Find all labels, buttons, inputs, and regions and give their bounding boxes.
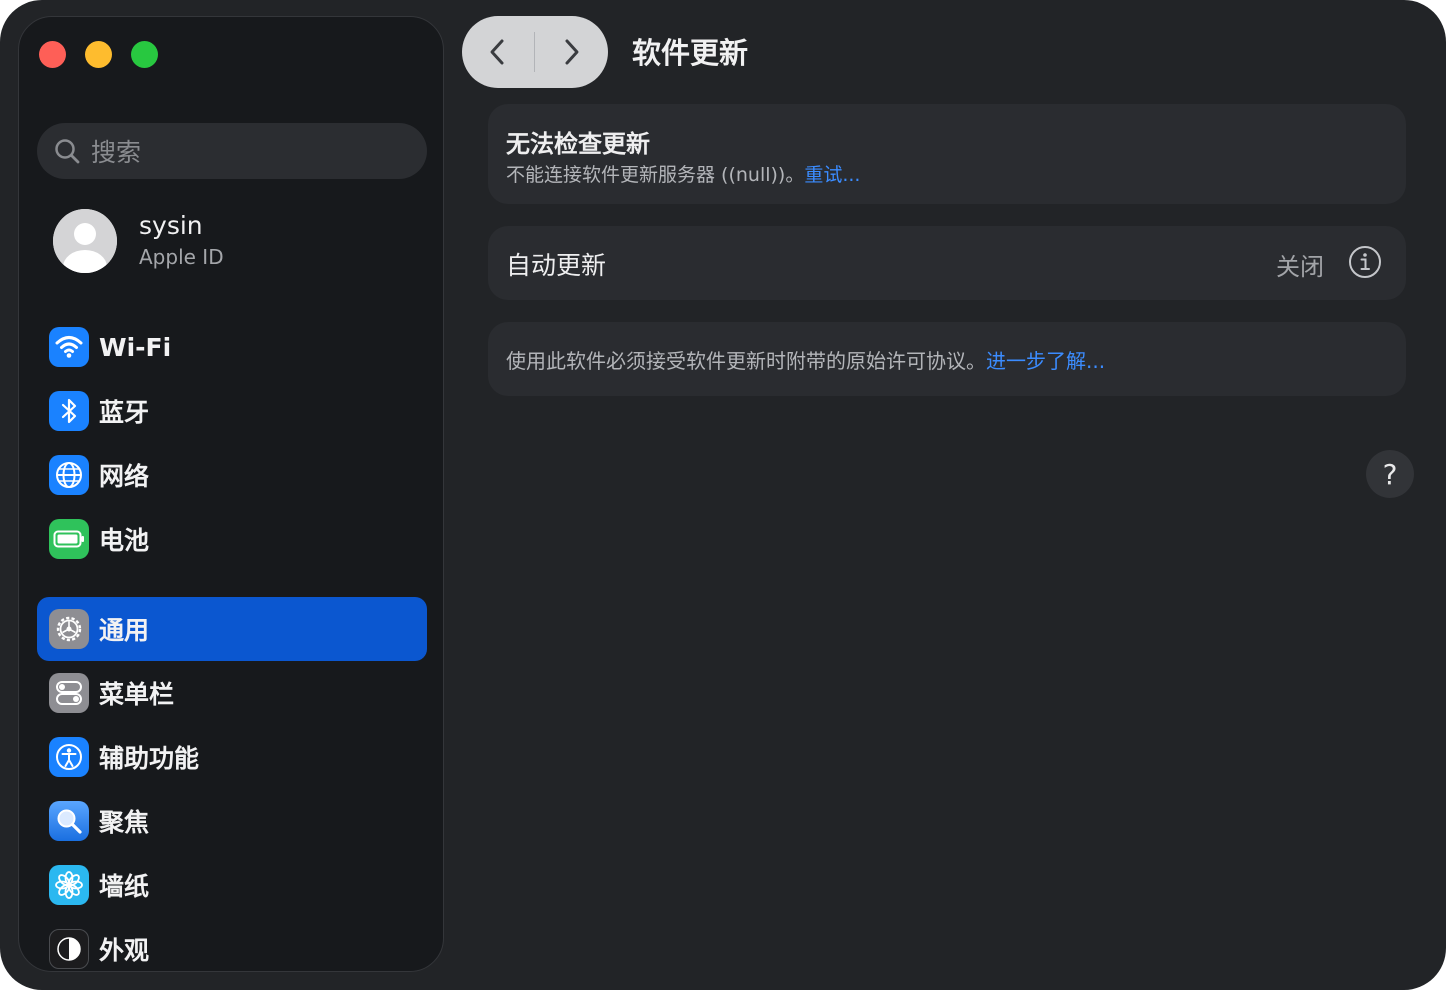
sidebar-item-general[interactable]: 通用 xyxy=(37,597,427,661)
update-status-card: 无法检查更新 不能连接软件更新服务器 ((null))。重试... xyxy=(488,104,1406,204)
sidebar-item-menubar[interactable]: 菜单栏 xyxy=(37,661,427,725)
sidebar-item-label: 墙纸 xyxy=(99,872,150,901)
license-notice: 使用此软件必须接受软件更新时附带的原始许可协议。进一步了解... xyxy=(506,345,1105,374)
sidebar-item-label: 菜单栏 xyxy=(99,680,175,709)
bluetooth-icon xyxy=(49,391,89,431)
auto-update-row: 自动更新 关闭 xyxy=(488,226,1406,300)
wifi-icon xyxy=(49,327,89,367)
appearance-icon xyxy=(49,929,89,969)
accessibility-icon xyxy=(49,737,89,777)
search-icon xyxy=(55,139,80,164)
sidebar-item-appearance[interactable]: 外观 xyxy=(37,917,427,971)
zoom-window-button[interactable] xyxy=(131,41,158,68)
settings-window: 搜索 sysin Apple ID Wi-Fi 蓝牙 网络 电池 通用 菜单栏 … xyxy=(0,0,1446,990)
menubar-icon xyxy=(49,673,89,713)
sidebar-item-label: 通用 xyxy=(99,616,150,645)
spotlight-icon xyxy=(49,801,89,841)
sidebar-item-label: 网络 xyxy=(99,462,150,491)
user-silhouette-icon xyxy=(53,209,117,273)
wallpaper-icon xyxy=(49,865,89,905)
auto-update-label: 自动更新 xyxy=(506,251,607,280)
info-icon[interactable] xyxy=(1348,245,1382,279)
sidebar-item-bluetooth[interactable]: 蓝牙 xyxy=(37,379,427,443)
sidebar-item-label: 蓝牙 xyxy=(99,398,150,427)
chevron-right-icon xyxy=(565,39,579,65)
chevron-left-icon xyxy=(490,39,504,65)
sidebar-item-wallpaper[interactable]: 墙纸 xyxy=(37,853,427,917)
sidebar-item-label: 外观 xyxy=(99,936,150,965)
license-text: 使用此软件必须接受软件更新时附带的原始许可协议。 xyxy=(506,349,986,373)
sidebar-item-label: 聚焦 xyxy=(99,808,150,837)
update-error-text: 不能连接软件更新服务器 ((null))。 xyxy=(506,164,805,186)
user-name: sysin xyxy=(139,211,203,240)
sidebar-item-network[interactable]: 网络 xyxy=(37,443,427,507)
forward-button[interactable] xyxy=(535,16,607,88)
help-button[interactable]: ? xyxy=(1366,450,1414,498)
learn-more-link[interactable]: 进一步了解... xyxy=(986,349,1105,373)
avatar xyxy=(53,209,117,273)
gear-icon xyxy=(49,609,89,649)
update-error-title: 无法检查更新 xyxy=(506,130,650,158)
search-placeholder: 搜索 xyxy=(91,138,142,167)
sidebar-item-label: Wi-Fi xyxy=(99,332,172,362)
sidebar: 搜索 sysin Apple ID Wi-Fi 蓝牙 网络 电池 通用 菜单栏 … xyxy=(18,16,444,972)
battery-icon xyxy=(49,519,89,559)
sidebar-item-label: 电池 xyxy=(99,526,150,555)
license-card: 使用此软件必须接受软件更新时附带的原始许可协议。进一步了解... xyxy=(488,322,1406,396)
close-window-button[interactable] xyxy=(39,41,66,68)
auto-update-value: 关闭 xyxy=(1276,253,1324,281)
sidebar-item-accessibility[interactable]: 辅助功能 xyxy=(37,725,427,789)
user-subtitle: Apple ID xyxy=(139,245,224,269)
sidebar-item-label: 辅助功能 xyxy=(99,744,200,773)
minimize-window-button[interactable] xyxy=(85,41,112,68)
apple-id-account[interactable]: sysin Apple ID xyxy=(53,209,224,273)
back-button[interactable] xyxy=(462,16,534,88)
page-title: 软件更新 xyxy=(632,36,749,70)
update-error-description: 不能连接软件更新服务器 ((null))。重试... xyxy=(506,160,860,187)
sidebar-item-wifi[interactable]: Wi-Fi xyxy=(37,315,427,379)
sidebar-item-spotlight[interactable]: 聚焦 xyxy=(37,789,427,853)
back-forward-control xyxy=(462,16,608,88)
sidebar-item-battery[interactable]: 电池 xyxy=(37,507,427,571)
retry-link[interactable]: 重试... xyxy=(804,164,860,186)
search-field[interactable]: 搜索 xyxy=(37,123,427,179)
globe-icon xyxy=(49,455,89,495)
